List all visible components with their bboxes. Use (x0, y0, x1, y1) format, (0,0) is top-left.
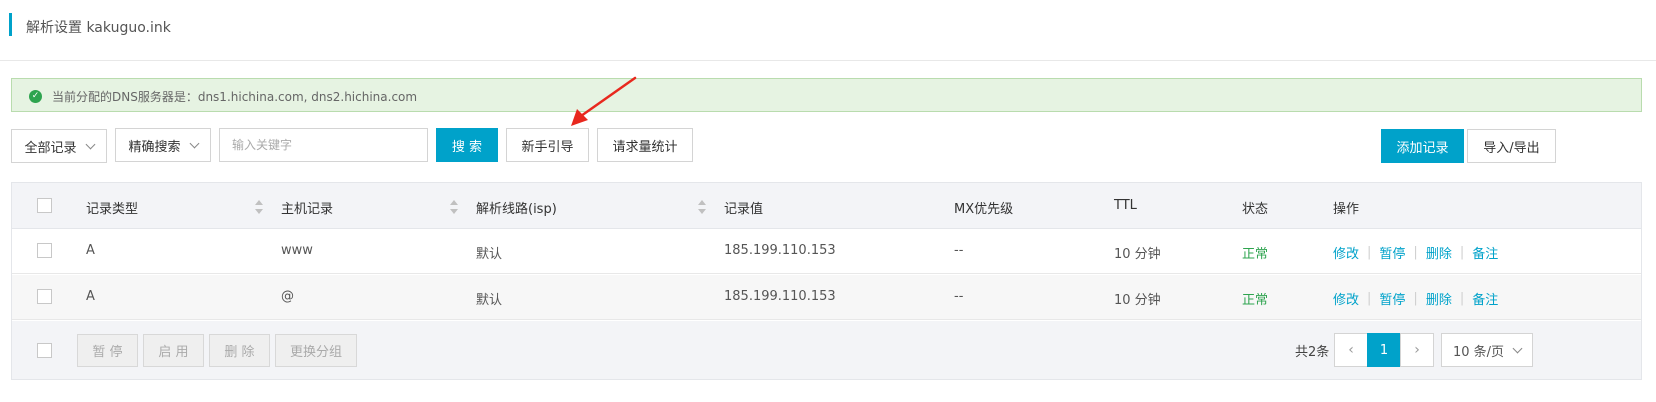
batch-pause-button[interactable]: 暂 停 (77, 334, 138, 367)
col-value: 记录值 (724, 202, 764, 217)
col-line: 解析线路(isp) (476, 202, 557, 217)
col-mx-priority: MX优先级 (954, 202, 1014, 217)
change-group-button[interactable]: 更换分组 (275, 334, 357, 367)
status-badge: 正常 (1242, 247, 1269, 262)
divider: | (1413, 291, 1418, 306)
add-record-button[interactable]: 添加记录 (1381, 129, 1464, 163)
batch-delete-button[interactable]: 删 除 (209, 334, 270, 367)
header-accent-bar (9, 13, 12, 36)
prev-page-button[interactable]: ‹ (1334, 333, 1368, 367)
chevron-down-icon (1512, 343, 1523, 353)
keyword-input[interactable] (219, 128, 428, 162)
sort-icon[interactable] (698, 200, 706, 214)
dns-notice-text: 当前分配的DNS服务器是：dns1.hichina.com, dns2.hich… (52, 90, 418, 104)
page-size-select[interactable]: 10 条/页 (1441, 333, 1533, 367)
divider: | (1367, 291, 1372, 306)
host-record: @ (281, 289, 294, 304)
record-type: A (86, 289, 95, 304)
divider: | (1367, 245, 1372, 260)
record-filter-select[interactable]: 全部记录 (11, 129, 107, 163)
dns-notice: ✓ 当前分配的DNS服务器是：dns1.hichina.com, dns2.hi… (11, 78, 1642, 112)
search-mode-select[interactable]: 精确搜索 (115, 128, 211, 162)
mx-priority: -- (954, 289, 964, 304)
search-mode-value: 精确搜索 (128, 139, 181, 155)
row-checkbox[interactable] (37, 289, 52, 304)
sort-icon[interactable] (450, 200, 458, 214)
status-badge: 正常 (1242, 293, 1269, 308)
delete-link[interactable]: 删除 (1426, 289, 1452, 308)
host-record: www (281, 243, 313, 258)
record-filter-value: 全部记录 (24, 140, 77, 156)
col-record-type: 记录类型 (86, 202, 139, 217)
search-button[interactable]: 搜 索 (436, 128, 498, 162)
select-all-checkbox[interactable] (37, 198, 52, 213)
pause-link[interactable]: 暂停 (1379, 289, 1405, 308)
sort-icon[interactable] (255, 200, 263, 214)
page-size-value: 10 条/页 (1452, 344, 1505, 360)
row-actions: 修改 | 暂停 | 删除 | 备注 (1333, 289, 1498, 308)
record-value: 185.199.110.153 (724, 289, 836, 304)
col-actions: 操作 (1333, 202, 1360, 217)
row-checkbox[interactable] (37, 243, 52, 258)
table-header: 记录类型 主机记录 解析线路(isp) 记录值 MX优先级 TTL 状态 操作 (12, 183, 1641, 229)
page-1-button[interactable]: 1 (1367, 333, 1401, 367)
divider: | (1413, 245, 1418, 260)
delete-link[interactable]: 删除 (1426, 243, 1452, 262)
mx-priority: -- (954, 243, 964, 258)
header-divider (0, 60, 1656, 61)
resolve-line: 默认 (476, 247, 503, 262)
col-status: 状态 (1242, 202, 1269, 217)
next-page-button[interactable]: › (1400, 333, 1434, 367)
table-row: A @ 默认 185.199.110.153 -- 10 分钟 正常 修改 | 暂… (12, 275, 1641, 320)
check-circle-icon: ✓ (29, 90, 42, 103)
batch-enable-button[interactable]: 启 用 (143, 334, 204, 367)
divider: | (1459, 245, 1465, 260)
col-ttl: TTL (1114, 198, 1137, 213)
ttl-value: 10 分钟 (1114, 293, 1161, 308)
pause-link[interactable]: 暂停 (1379, 243, 1405, 262)
note-link[interactable]: 备注 (1472, 243, 1498, 262)
table-row: A www 默认 185.199.110.153 -- 10 分钟 正常 修改 |… (12, 229, 1641, 274)
chevron-left-icon: ‹ (1348, 342, 1354, 358)
note-link[interactable]: 备注 (1472, 289, 1498, 308)
table-footer: 暂 停 启 用 删 除 更换分组 共2条 ‹ 1 › 10 条/页 (12, 321, 1641, 379)
chevron-down-icon (85, 139, 95, 149)
ttl-value: 10 分钟 (1114, 247, 1161, 262)
record-type: A (86, 243, 95, 258)
col-host: 主机记录 (281, 202, 334, 217)
footer-select-all-checkbox[interactable] (37, 343, 52, 358)
page-title: 解析设置 kakuguo.ink (26, 20, 171, 36)
edit-link[interactable]: 修改 (1333, 243, 1359, 262)
import-export-button[interactable]: 导入/导出 (1467, 129, 1556, 163)
resolve-line: 默认 (476, 293, 503, 308)
divider: | (1459, 291, 1465, 306)
record-value: 185.199.110.153 (724, 243, 836, 258)
chevron-right-icon: › (1414, 342, 1420, 358)
dns-records-table: 记录类型 主机记录 解析线路(isp) 记录值 MX优先级 TTL 状态 操作 … (11, 182, 1642, 380)
total-count: 共2条 (1295, 345, 1330, 360)
annotation-arrow-icon (571, 76, 637, 126)
row-actions: 修改 | 暂停 | 删除 | 备注 (1333, 243, 1498, 262)
chevron-down-icon (189, 138, 199, 148)
edit-link[interactable]: 修改 (1333, 289, 1359, 308)
